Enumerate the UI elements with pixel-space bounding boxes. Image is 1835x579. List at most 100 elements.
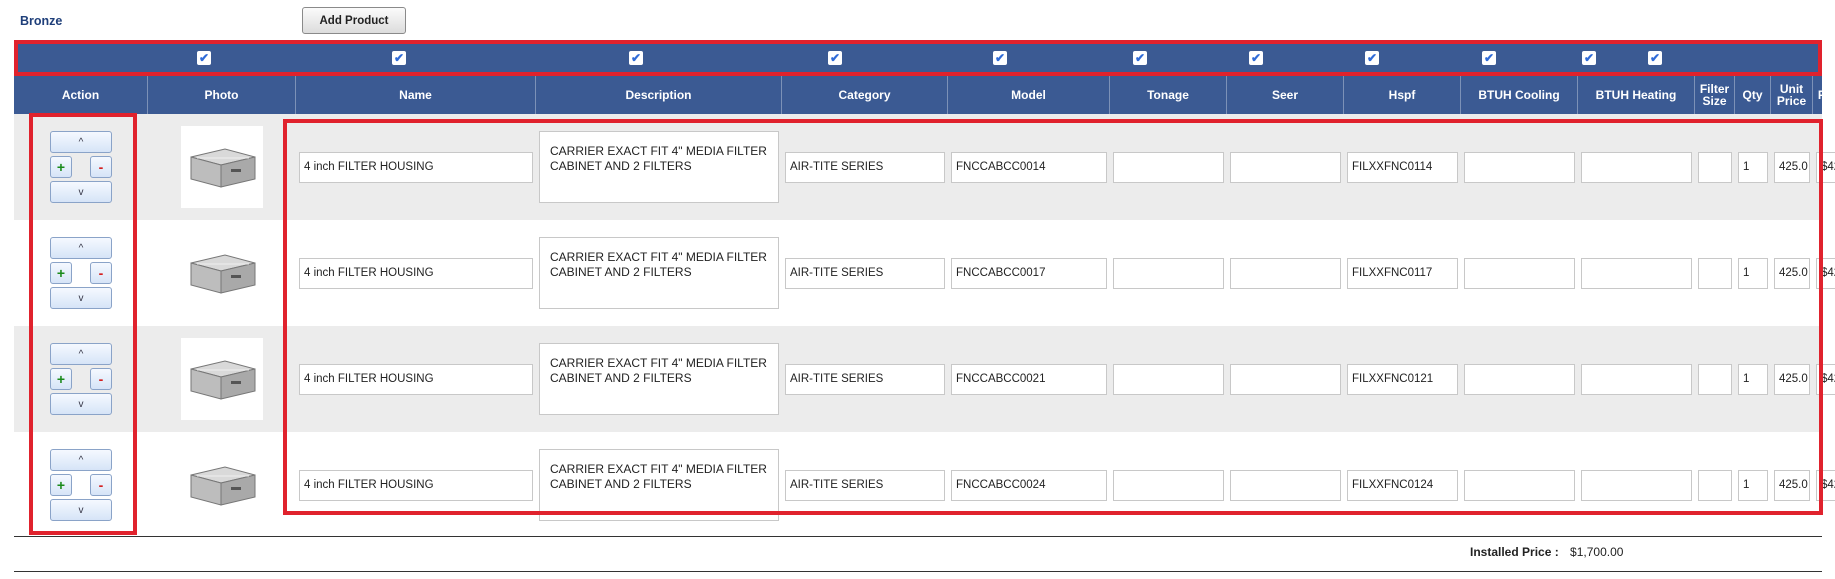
filter-size-field[interactable] xyxy=(1698,151,1732,183)
table-body: ^ + - v 4 inch FILTER HOUSING CARRIER EXACT F… xyxy=(14,114,1835,538)
filter-size-field[interactable] xyxy=(1698,363,1732,395)
unit-price-field[interactable]: 425.0 xyxy=(1774,469,1810,501)
qty-field[interactable]: 1 xyxy=(1738,363,1768,395)
qty-field[interactable]: 1 xyxy=(1738,469,1768,501)
move-up-button[interactable]: ^ xyxy=(50,343,112,365)
description-cell: CARRIER EXACT FIT 4" MEDIA FILTER CABINE… xyxy=(536,326,782,432)
hspf-field[interactable]: FILXXFNC0121 xyxy=(1347,363,1458,395)
name-cell: 4 inch FILTER HOUSING xyxy=(296,114,536,220)
qty-field[interactable]: 1 xyxy=(1738,151,1768,183)
product-photo xyxy=(181,444,263,526)
column-toggle-checkbox[interactable]: ✔ xyxy=(392,51,406,65)
model-field[interactable]: FNCCABCC0024 xyxy=(951,469,1107,501)
column-toggle-checkbox[interactable]: ✔ xyxy=(1648,51,1662,65)
unit-price-field[interactable]: 425.0 xyxy=(1774,257,1810,289)
filter-size-field[interactable] xyxy=(1698,257,1732,289)
header-action: Action xyxy=(14,76,148,114)
tonage-field[interactable] xyxy=(1113,469,1224,501)
add-product-button[interactable]: Add Product xyxy=(302,7,406,34)
seer-field[interactable] xyxy=(1230,363,1341,395)
photo-cell xyxy=(148,220,296,326)
move-down-button[interactable]: v xyxy=(50,393,112,415)
remove-button[interactable]: - xyxy=(90,262,112,284)
category-field[interactable]: AIR-TITE SERIES xyxy=(785,469,945,501)
btuh-heating-field[interactable] xyxy=(1581,257,1692,289)
description-field[interactable]: CARRIER EXACT FIT 4" MEDIA FILTER CABINE… xyxy=(539,131,779,203)
name-field[interactable]: 4 inch FILTER HOUSING xyxy=(299,257,533,289)
seer-field[interactable] xyxy=(1230,151,1341,183)
filter-housing-icon xyxy=(190,254,256,294)
move-down-button[interactable]: v xyxy=(50,499,112,521)
column-toggle-checkbox[interactable]: ✔ xyxy=(1365,51,1379,65)
description-field[interactable]: CARRIER EXACT FIT 4" MEDIA FILTER CABINE… xyxy=(539,343,779,415)
move-up-button[interactable]: ^ xyxy=(50,131,112,153)
filter-size-field[interactable] xyxy=(1698,469,1732,501)
move-up-button[interactable]: ^ xyxy=(50,237,112,259)
hspf-field[interactable]: FILXXFNC0117 xyxy=(1347,257,1458,289)
price-field[interactable]: $425. xyxy=(1816,257,1835,289)
column-toggle-checkbox[interactable]: ✔ xyxy=(1482,51,1496,65)
seer-cell xyxy=(1227,432,1344,538)
tonage-field[interactable] xyxy=(1113,363,1224,395)
column-toggle-checkbox[interactable]: ✔ xyxy=(197,51,211,65)
unit_price-cell: 425.0 xyxy=(1771,114,1813,220)
add-button[interactable]: + xyxy=(50,156,72,178)
btuh-heating-field[interactable] xyxy=(1581,151,1692,183)
column-toggle-checkbox[interactable]: ✔ xyxy=(1582,51,1596,65)
seer-field[interactable] xyxy=(1230,469,1341,501)
description-field[interactable]: CARRIER EXACT FIT 4" MEDIA FILTER CABINE… xyxy=(539,449,779,521)
remove-button[interactable]: - xyxy=(90,474,112,496)
filter_size-cell xyxy=(1695,432,1735,538)
add-button[interactable]: + xyxy=(50,368,72,390)
category-cell: AIR-TITE SERIES xyxy=(782,114,948,220)
model-field[interactable]: FNCCABCC0021 xyxy=(951,363,1107,395)
btuh-cooling-field[interactable] xyxy=(1464,469,1575,501)
category-field[interactable]: AIR-TITE SERIES xyxy=(785,257,945,289)
header-btuh_cooling: BTUH Cooling xyxy=(1461,76,1578,114)
model-field[interactable]: FNCCABCC0017 xyxy=(951,257,1107,289)
column-toggle-checkbox[interactable]: ✔ xyxy=(993,51,1007,65)
column-toggle-checkbox[interactable]: ✔ xyxy=(1133,51,1147,65)
btuh-cooling-field[interactable] xyxy=(1464,257,1575,289)
product-photo xyxy=(181,232,263,314)
btuh-cooling-field[interactable] xyxy=(1464,363,1575,395)
price-field[interactable]: $425. xyxy=(1816,363,1835,395)
btuh-heating-field[interactable] xyxy=(1581,363,1692,395)
name-cell: 4 inch FILTER HOUSING xyxy=(296,326,536,432)
photo-cell xyxy=(148,114,296,220)
move-down-button[interactable]: v xyxy=(50,181,112,203)
name-field[interactable]: 4 inch FILTER HOUSING xyxy=(299,469,533,501)
tonage-field[interactable] xyxy=(1113,257,1224,289)
tonage-field[interactable] xyxy=(1113,151,1224,183)
unit-price-field[interactable]: 425.0 xyxy=(1774,151,1810,183)
move-down-button[interactable]: v xyxy=(50,287,112,309)
table-row: ^ + - v 4 inch FILTER HOUSING CARRIER EXACT F… xyxy=(14,326,1835,432)
btuh-cooling-field[interactable] xyxy=(1464,151,1575,183)
column-toggle-checkbox[interactable]: ✔ xyxy=(629,51,643,65)
category-field[interactable]: AIR-TITE SERIES xyxy=(785,151,945,183)
seer-field[interactable] xyxy=(1230,257,1341,289)
remove-button[interactable]: - xyxy=(90,368,112,390)
name-field[interactable]: 4 inch FILTER HOUSING xyxy=(299,151,533,183)
tonage-cell xyxy=(1110,432,1227,538)
price-field[interactable]: $425. xyxy=(1816,469,1835,501)
btuh-heating-field[interactable] xyxy=(1581,469,1692,501)
price-cell: $425. xyxy=(1813,432,1835,538)
qty-field[interactable]: 1 xyxy=(1738,257,1768,289)
name-field[interactable]: 4 inch FILTER HOUSING xyxy=(299,363,533,395)
description-field[interactable]: CARRIER EXACT FIT 4" MEDIA FILTER CABINE… xyxy=(539,237,779,309)
remove-button[interactable]: - xyxy=(90,156,112,178)
add-button[interactable]: + xyxy=(50,262,72,284)
hspf-field[interactable]: FILXXFNC0124 xyxy=(1347,469,1458,501)
category-field[interactable]: AIR-TITE SERIES xyxy=(785,363,945,395)
add-button[interactable]: + xyxy=(50,474,72,496)
move-up-button[interactable]: ^ xyxy=(50,449,112,471)
product-grid: ✔ ✔ ✔ ✔ ✔ ✔ ✔ ✔ ✔ ✔ ✔ Action Photo Name Description Ca… xyxy=(14,40,1835,538)
price-field[interactable]: $425. xyxy=(1816,151,1835,183)
column-toggle-checkbox[interactable]: ✔ xyxy=(828,51,842,65)
unit-price-field[interactable]: 425.0 xyxy=(1774,363,1810,395)
hspf-field[interactable]: FILXXFNC0114 xyxy=(1347,151,1458,183)
model-field[interactable]: FNCCABCC0014 xyxy=(951,151,1107,183)
tier-label: Bronze xyxy=(20,14,63,28)
column-toggle-checkbox[interactable]: ✔ xyxy=(1249,51,1263,65)
